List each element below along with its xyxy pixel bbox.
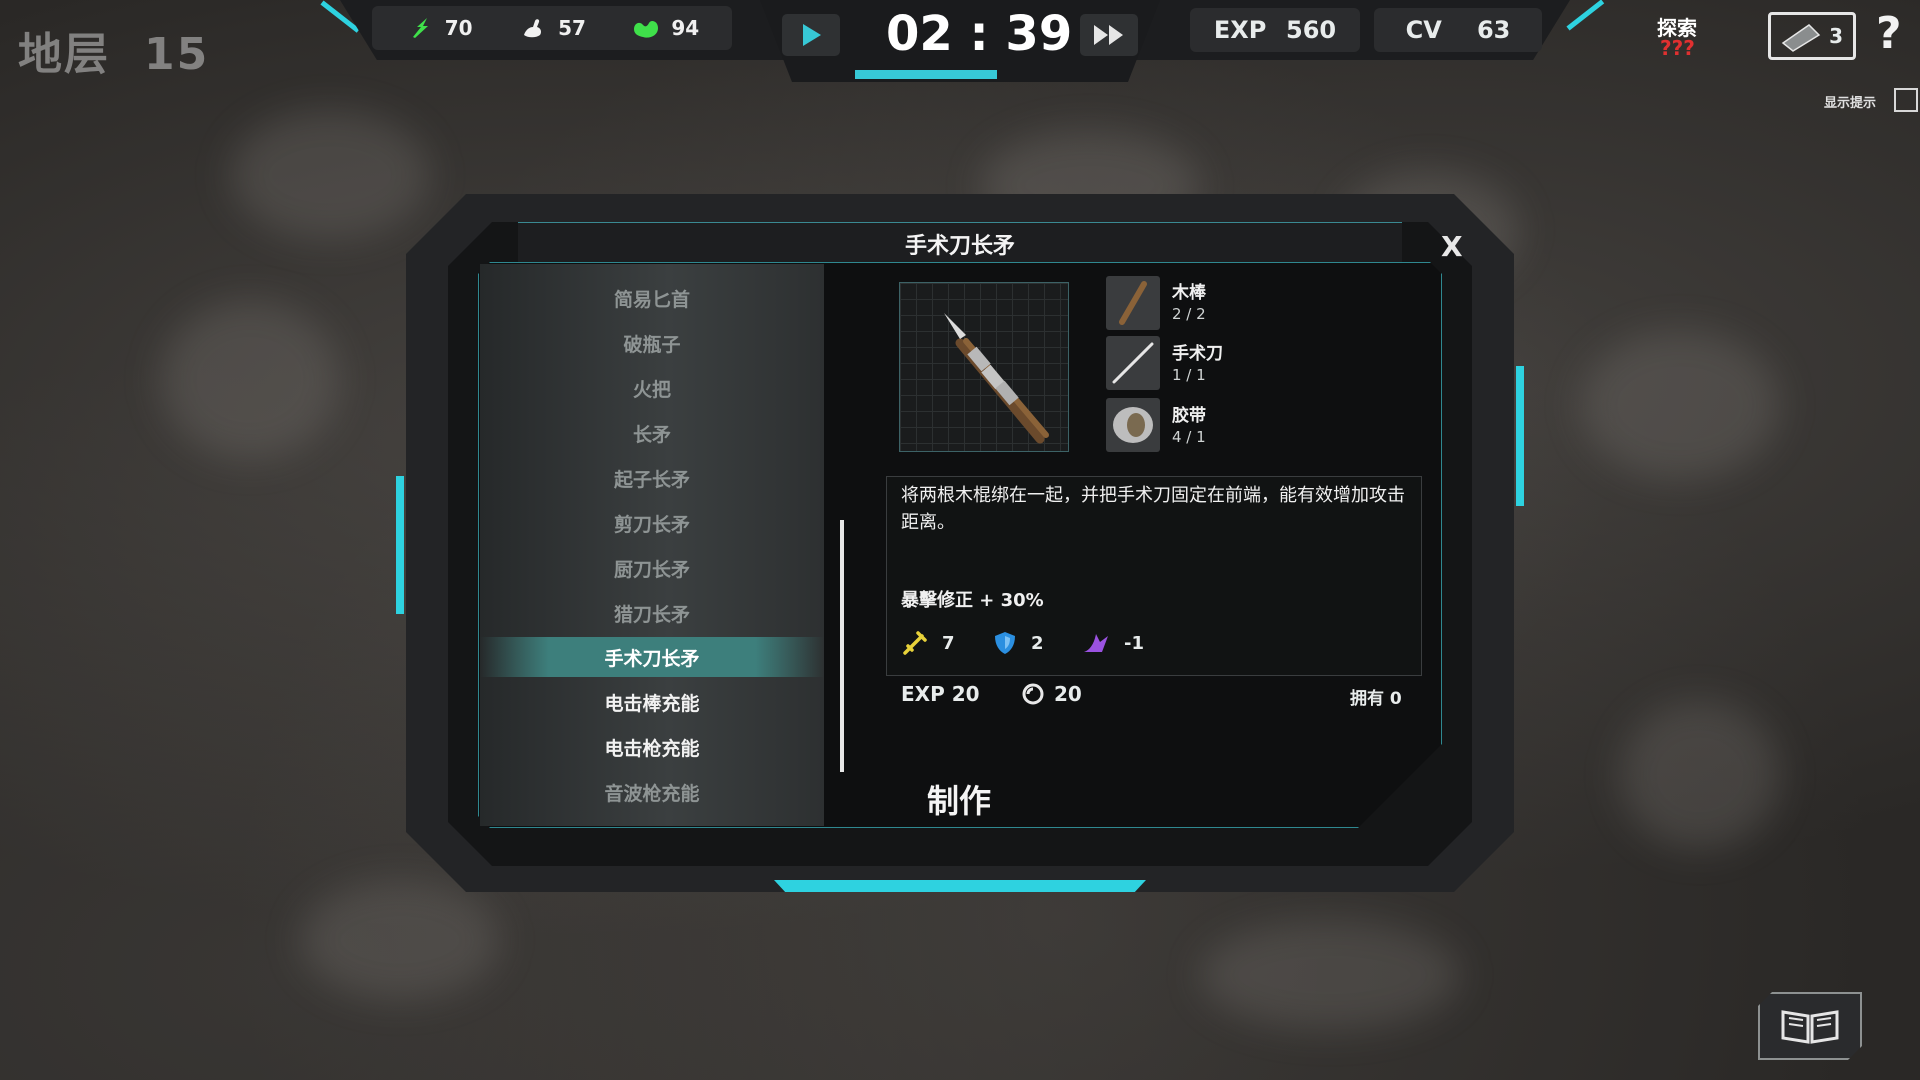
speed-value: -1 <box>1124 632 1144 654</box>
stomach-icon <box>631 13 661 43</box>
strength-value: 57 <box>558 16 586 40</box>
hud-accent-line <box>1566 0 1605 31</box>
card-icon <box>1781 24 1821 52</box>
recipe-item[interactable]: 电击枪充能 <box>480 727 824 767</box>
energy-icon <box>405 13 435 43</box>
material-cost-value: 20 <box>1054 682 1082 706</box>
exp-display: EXP 560 <box>1190 8 1360 52</box>
cv-display: CV 63 <box>1374 8 1542 52</box>
bg-rock <box>160 300 340 460</box>
bg-rock <box>230 110 430 240</box>
bg-rock <box>1200 920 1460 1030</box>
bg-rock <box>1620 700 1780 850</box>
card-inventory-button[interactable]: 3 <box>1768 12 1856 60</box>
ingredient-name: 手术刀 <box>1172 344 1223 364</box>
material-icon <box>1022 683 1044 705</box>
defense-icon <box>995 632 1015 654</box>
energy-value: 70 <box>444 16 473 40</box>
dialog-bottom-glow <box>774 880 1146 892</box>
resource-strength: 57 <box>518 13 586 43</box>
explore-value: ??? <box>1660 36 1695 60</box>
item-preview <box>899 282 1069 452</box>
close-button[interactable]: X <box>1441 230 1463 263</box>
ingredient-count: 1 / 1 <box>1172 366 1206 384</box>
journal-button[interactable] <box>1758 992 1862 1060</box>
defense-stat: 2 <box>993 630 1044 656</box>
card-count: 3 <box>1829 24 1843 48</box>
tape-icon <box>1113 407 1153 443</box>
item-description: 将两根木棍绑在一起，并把手术刀固定在前端，能有效增加攻击距离。 <box>901 485 1405 533</box>
cv-value: 63 <box>1476 16 1511 44</box>
help-button[interactable]: ? <box>1876 8 1902 59</box>
timer-progress-bar <box>855 70 997 79</box>
fast-forward-button[interactable] <box>1080 14 1138 56</box>
recipe-list-scrollbar[interactable] <box>840 520 844 772</box>
recipe-item[interactable]: 简易匕首 <box>480 278 824 318</box>
ingredient-count: 2 / 2 <box>1172 305 1206 323</box>
floor-indicator: 地层 15 <box>18 18 209 82</box>
exp-cost: EXP 20 <box>901 682 980 706</box>
attack-icon <box>903 631 927 655</box>
recipe-item[interactable]: 厨刀长矛 <box>480 548 824 588</box>
exp-value: 560 <box>1286 16 1337 44</box>
recipe-item-selected[interactable]: 手术刀长矛 <box>480 637 824 677</box>
ingredient-name: 胶带 <box>1172 406 1206 426</box>
book-icon <box>1779 1006 1841 1046</box>
play-icon <box>803 24 821 46</box>
resource-stomach: 94 <box>631 13 699 43</box>
resource-energy: 70 <box>405 13 473 43</box>
speed-icon <box>1084 634 1108 652</box>
stick-icon <box>1119 281 1147 325</box>
dialog-side-glow <box>396 476 404 614</box>
material-cost: 20 <box>1022 682 1082 706</box>
ingredient-icon <box>1106 336 1160 390</box>
recipe-item[interactable]: 剪刀长矛 <box>480 503 824 543</box>
defense-value: 2 <box>1031 632 1044 654</box>
speed-stat: -1 <box>1082 630 1144 656</box>
recipe-item[interactable]: 电击棒充能 <box>480 682 824 722</box>
owned-count: 拥有 0 <box>1350 689 1402 709</box>
attack-value: 7 <box>942 632 955 654</box>
exp-label: EXP <box>1213 16 1267 44</box>
ingredient-name: 木棒 <box>1172 283 1206 303</box>
recipe-item[interactable]: 音波枪充能 <box>480 772 824 812</box>
floor-label: 地层 <box>18 29 110 80</box>
strength-icon <box>518 13 548 43</box>
ingredient-icon <box>1106 398 1160 452</box>
bg-rock <box>300 880 500 1000</box>
fast-forward-icon <box>1094 25 1123 45</box>
crit-modifier: 暴擊修正 + 30% <box>901 590 1044 611</box>
ingredient-count: 4 / 1 <box>1172 428 1206 446</box>
bg-rock <box>1580 330 1780 480</box>
craft-button[interactable]: 制作 <box>927 776 991 822</box>
cv-label: CV <box>1405 16 1442 44</box>
recipe-item[interactable]: 破瓶子 <box>480 323 824 363</box>
recipe-item[interactable]: 起子长矛 <box>480 458 824 498</box>
recipe-item[interactable]: 长矛 <box>480 413 824 453</box>
game-timer: 02 : 39 <box>886 6 1073 62</box>
scalpel-icon <box>1112 342 1154 384</box>
dialog-side-glow <box>1516 366 1524 506</box>
show-hint-label: 显示提示 <box>1824 96 1877 111</box>
attack-stat: 7 <box>902 630 955 656</box>
dialog-title: 手术刀长矛 <box>904 234 1015 259</box>
resource-bar: 70 57 94 <box>372 6 732 50</box>
ingredient-icon <box>1106 276 1160 330</box>
recipe-item[interactable]: 火把 <box>480 368 824 408</box>
scalpel-spear-icon <box>944 313 1049 444</box>
floor-value: 15 <box>144 29 210 80</box>
recipe-item[interactable]: 猎刀长矛 <box>480 593 824 633</box>
play-button[interactable] <box>782 14 840 56</box>
stomach-value: 94 <box>671 16 700 40</box>
show-hint-checkbox[interactable] <box>1894 88 1918 112</box>
